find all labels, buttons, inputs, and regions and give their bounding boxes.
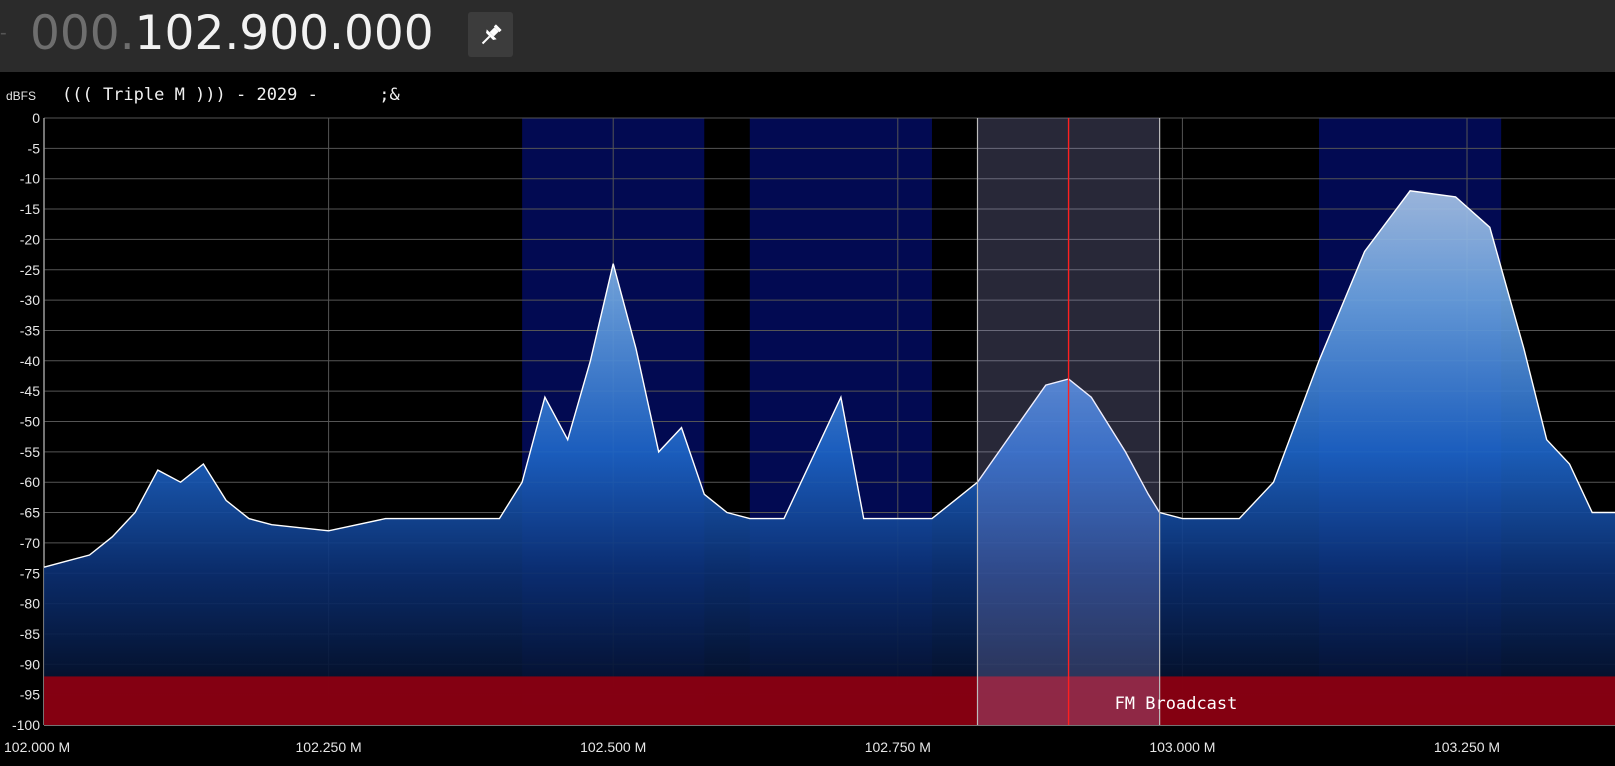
y-tick-label: -10 (20, 171, 40, 187)
y-tick-label: -30 (20, 292, 40, 308)
y-tick-label: -5 (28, 140, 41, 156)
band-plan-bar (44, 676, 1615, 725)
x-tick-label: 102.250 M (296, 739, 362, 755)
x-tick-label: 102.000 M (4, 739, 70, 755)
y-tick-label: -85 (20, 626, 40, 642)
x-tick-label: 102.500 M (580, 739, 646, 755)
spectrum-chart[interactable]: 0 -5 -10 -15 -20 -25 -30 -35 -40 -45 -50 -55 -60 -65 -… (0, 0, 1615, 766)
y-tick-label: -65 (20, 505, 40, 521)
x-tick-label: 103.000 M (1149, 739, 1215, 755)
y-tick-label: -20 (20, 231, 40, 247)
y-tick-label: -95 (20, 687, 40, 703)
y-tick-label: -50 (20, 414, 40, 430)
y-tick-label: -60 (20, 474, 40, 490)
y-tick-label: -80 (20, 596, 40, 612)
y-tick-label: -70 (20, 535, 40, 551)
y-tick-label: -25 (20, 262, 40, 278)
band-label: FM Broadcast (1115, 694, 1238, 714)
y-tick-label: -75 (20, 565, 40, 581)
y-tick-label: -100 (12, 717, 40, 733)
y-tick-label: -55 (20, 444, 40, 460)
x-tick-label: 102.750 M (865, 739, 931, 755)
y-tick-label: -40 (20, 353, 40, 369)
y-tick-label: -35 (20, 322, 40, 338)
y-tick-label: -15 (20, 201, 40, 217)
y-tick-label: -45 (20, 383, 40, 399)
x-tick-label: 103.250 M (1434, 739, 1500, 755)
y-tick-label: 0 (32, 110, 40, 126)
y-tick-label: -90 (20, 656, 40, 672)
